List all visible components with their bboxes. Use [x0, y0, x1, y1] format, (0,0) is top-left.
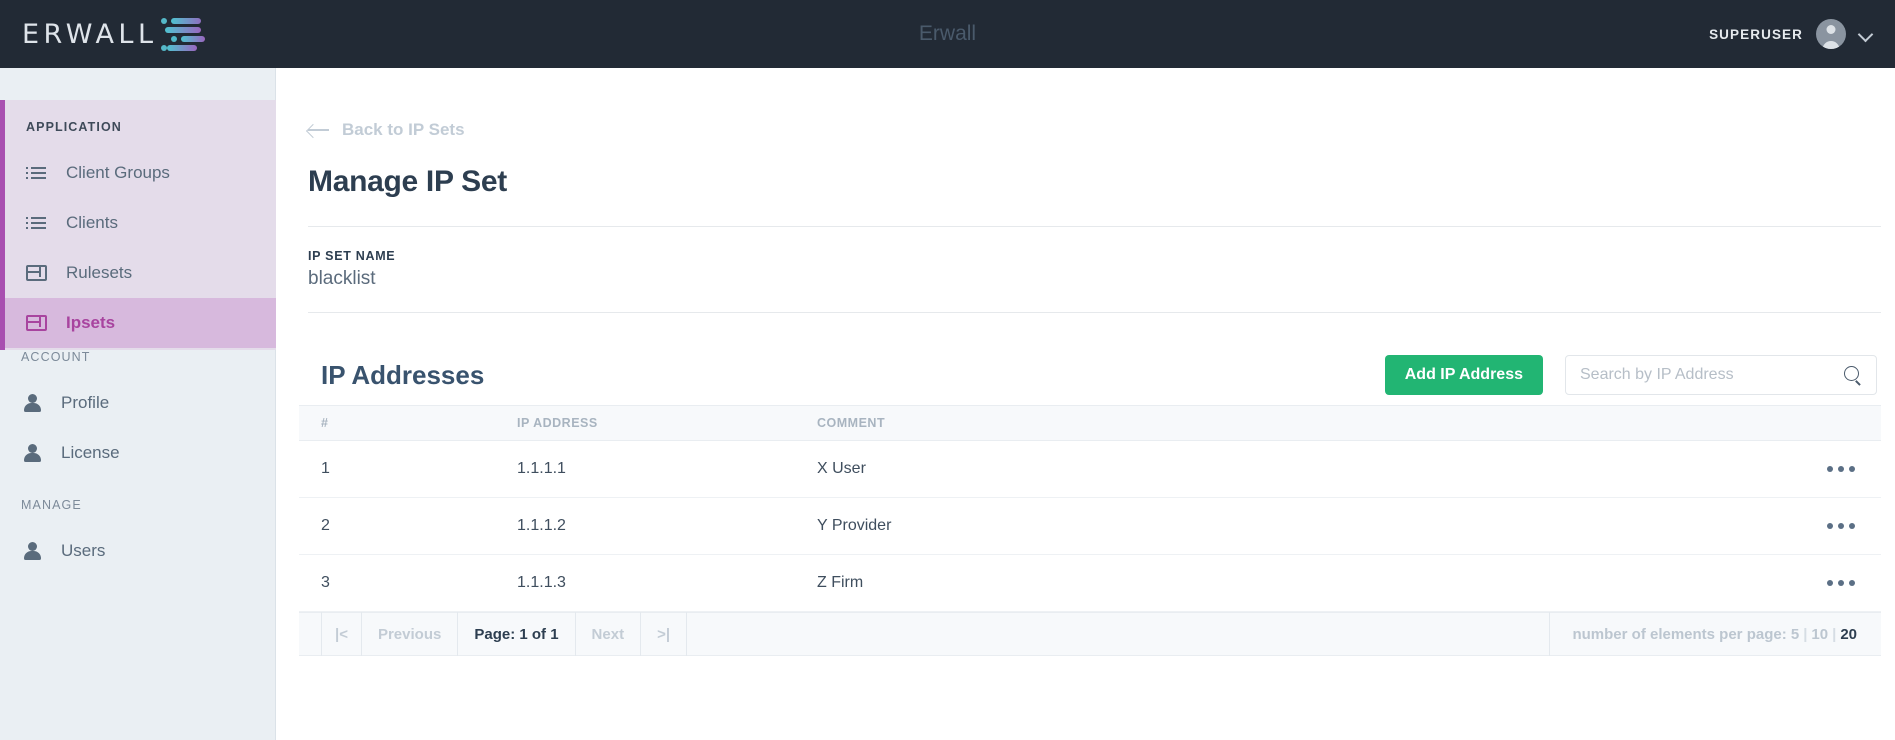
table-row[interactable]: 2 1.1.1.2 Y Provider — [299, 497, 1881, 555]
cell-comment: Z Firm — [817, 554, 1801, 612]
sidebar-item-rulesets[interactable]: Rulesets — [5, 248, 276, 298]
search-input[interactable] — [1580, 366, 1844, 384]
ip-set-name-label: IP SET NAME — [308, 249, 396, 263]
list-icon — [26, 162, 48, 184]
user-avatar-icon[interactable] — [1816, 19, 1846, 49]
chevron-down-icon[interactable] — [1859, 27, 1873, 41]
sidebar-item-profile[interactable]: Profile — [0, 378, 276, 428]
ip-addresses-table: # IP ADDRESS COMMENT 1 1.1.1.1 X User 2 — [299, 405, 1881, 612]
person-icon — [21, 392, 43, 414]
person-icon — [21, 442, 43, 464]
person-icon — [21, 540, 43, 562]
back-link-label: Back to IP Sets — [342, 120, 465, 139]
cell-actions — [1801, 440, 1881, 498]
pagination-bar: |< Previous Page: 1 of 1 Next >| number … — [299, 612, 1881, 656]
card-icon — [26, 262, 48, 284]
divider — [308, 312, 1881, 313]
column-header-ip-address: IP ADDRESS — [517, 405, 817, 441]
cell-actions — [1801, 497, 1881, 555]
sidebar-section-application: APPLICATION Client Groups Clients Rulese… — [0, 100, 276, 350]
pagination-next-button[interactable]: Next — [576, 612, 642, 656]
column-header-comment: COMMENT — [817, 405, 1801, 441]
cell-ip-address: 1.1.1.3 — [517, 554, 817, 612]
pagination-page-indicator: Page: 1 of 1 — [458, 612, 576, 656]
top-bar: ERWALL Erwall SUPERUSER — [0, 0, 1895, 68]
sidebar-item-client-groups[interactable]: Client Groups — [5, 148, 276, 198]
page-size-label: number of elements per page: — [1572, 625, 1787, 643]
cell-comment: Y Provider — [817, 497, 1801, 555]
sidebar-section-label-manage: MANAGE — [21, 498, 82, 512]
add-ip-address-button[interactable]: Add IP Address — [1384, 355, 1543, 395]
more-options-icon[interactable] — [1801, 580, 1881, 586]
app-title: Erwall — [918, 22, 977, 45]
sidebar-section-label-account: ACCOUNT — [21, 350, 91, 364]
main-content: Back to IP Sets Manage IP Set IP SET NAM… — [277, 68, 1895, 740]
page-size-option-20[interactable]: 20 — [1840, 626, 1857, 643]
erwall-gradient-bars-logo — [160, 12, 207, 56]
sidebar-item-label: Rulesets — [66, 263, 133, 282]
cell-ip-address: 1.1.1.1 — [517, 440, 817, 498]
panel-header: IP Addresses Add IP Address — [299, 351, 1881, 399]
page-size-option-10[interactable]: 10 — [1811, 626, 1828, 643]
sidebar-item-label: Profile — [61, 393, 110, 412]
divider — [308, 226, 1881, 227]
page-size-selector: number of elements per page: 5 | 10 | 20 — [1549, 612, 1881, 656]
table-row[interactable]: 1 1.1.1.1 X User — [299, 440, 1881, 498]
sidebar-item-label: Clients — [66, 213, 118, 232]
cell-number: 1 — [299, 440, 517, 498]
sidebar-item-label: Client Groups — [66, 163, 170, 182]
cell-ip-address: 1.1.1.2 — [517, 497, 817, 555]
sidebar-item-users[interactable]: Users — [0, 526, 276, 576]
table-row[interactable]: 3 1.1.1.3 Z Firm — [299, 554, 1881, 612]
page-title: Manage IP Set — [308, 165, 507, 198]
search-icon[interactable] — [1844, 366, 1862, 384]
page-size-option-5[interactable]: 5 — [1791, 626, 1799, 643]
cell-actions — [1801, 554, 1881, 612]
sidebar-section-label-application: APPLICATION — [26, 120, 122, 134]
panel-title: IP Addresses — [321, 359, 485, 390]
cell-comment: X User — [817, 440, 1801, 498]
app-logo[interactable]: ERWALL — [22, 0, 207, 68]
column-header-actions — [1801, 405, 1881, 441]
back-to-ip-sets-link[interactable]: Back to IP Sets — [308, 120, 1895, 140]
user-name-label: SUPERUSER — [1709, 26, 1803, 42]
sidebar-item-clients[interactable]: Clients — [5, 198, 276, 248]
more-options-icon[interactable] — [1801, 523, 1881, 529]
search-box[interactable] — [1565, 355, 1877, 395]
more-options-icon[interactable] — [1801, 466, 1881, 472]
arrow-left-icon — [308, 123, 330, 137]
sidebar: APPLICATION Client Groups Clients Rulese… — [0, 68, 276, 740]
list-icon — [26, 212, 48, 234]
user-menu[interactable]: SUPERUSER — [1709, 0, 1873, 68]
sidebar-item-license[interactable]: License — [0, 428, 276, 478]
ip-addresses-panel: IP Addresses Add IP Address # IP ADDRESS… — [299, 351, 1881, 656]
logo-text: ERWALL — [22, 18, 158, 50]
cell-number: 2 — [299, 497, 517, 555]
cell-number: 3 — [299, 554, 517, 612]
column-header-number: # — [299, 405, 517, 441]
pagination-first-button[interactable]: |< — [321, 612, 362, 656]
ip-set-name-value: blacklist — [308, 268, 376, 289]
sidebar-item-label: Users — [61, 541, 106, 560]
sidebar-item-label: License — [61, 443, 120, 462]
page-size-separator: | — [1803, 625, 1808, 643]
sidebar-section-account: ACCOUNT Profile License MANAGE Users — [0, 330, 276, 576]
pagination-last-button[interactable]: >| — [641, 612, 688, 656]
table-header-row: # IP ADDRESS COMMENT — [299, 405, 1881, 441]
pagination-previous-button[interactable]: Previous — [362, 612, 459, 656]
page-size-separator: | — [1832, 625, 1837, 643]
